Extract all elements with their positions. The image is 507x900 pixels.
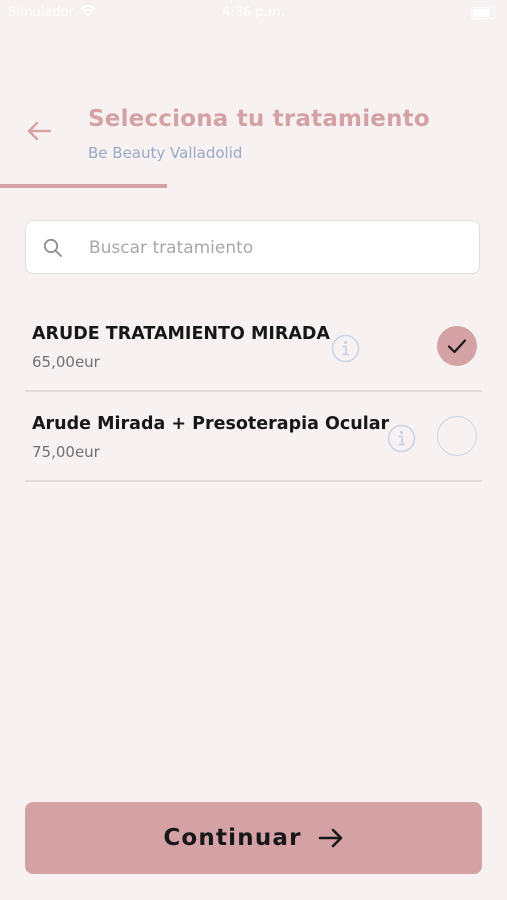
check-icon bbox=[447, 339, 467, 354]
continue-button[interactable]: Continuar bbox=[25, 802, 482, 874]
treatment-name: Arude Mirada + Presoterapia Ocular bbox=[32, 414, 390, 434]
page-subtitle: Be Beauty Valladolid bbox=[88, 144, 243, 162]
clock: 4:36 p.m. bbox=[222, 5, 285, 20]
search-input[interactable] bbox=[87, 221, 471, 275]
treatment-list: ARUDE TRATAMIENTO MIRADA 65,00eur Arude … bbox=[25, 302, 482, 482]
progress-bar bbox=[0, 184, 507, 188]
progress-fill bbox=[0, 184, 168, 188]
page-title: Selecciona tu tratamiento bbox=[88, 106, 430, 132]
list-item[interactable]: ARUDE TRATAMIENTO MIRADA 65,00eur bbox=[25, 302, 482, 392]
treatment-price: 75,00eur bbox=[32, 443, 100, 461]
info-icon[interactable] bbox=[331, 334, 360, 367]
back-button[interactable] bbox=[22, 114, 56, 148]
treatment-name: ARUDE TRATAMIENTO MIRADA bbox=[32, 324, 330, 344]
continue-label: Continuar bbox=[163, 825, 302, 851]
arrow-left-icon bbox=[27, 121, 52, 141]
select-checkbox[interactable] bbox=[437, 326, 477, 366]
info-icon[interactable] bbox=[387, 424, 416, 457]
search-box[interactable] bbox=[25, 220, 480, 275]
list-item[interactable]: Arude Mirada + Presoterapia Ocular 75,00… bbox=[25, 392, 482, 482]
select-checkbox[interactable] bbox=[437, 416, 477, 456]
arrow-right-icon bbox=[318, 828, 342, 848]
search-icon bbox=[43, 238, 63, 262]
treatment-price: 65,00eur bbox=[32, 353, 100, 371]
status-bar: Simulador 4:36 p.m. bbox=[0, 0, 507, 26]
battery-icon bbox=[471, 7, 495, 19]
